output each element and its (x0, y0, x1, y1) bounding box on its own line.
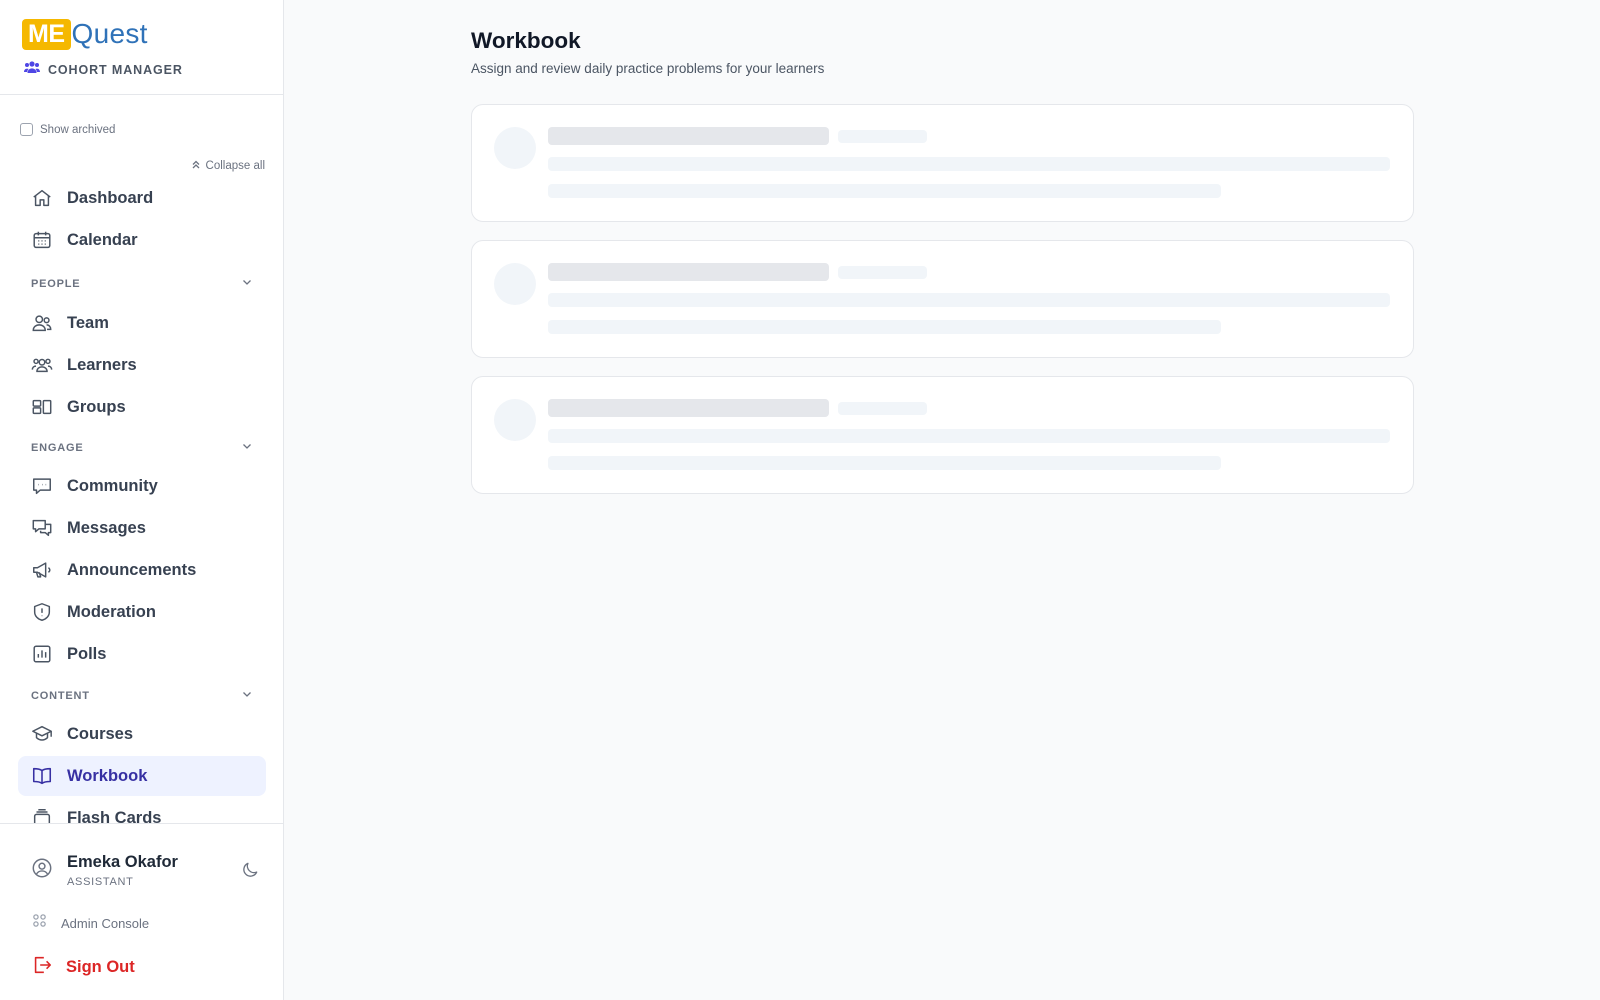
show-archived-label: Show archived (40, 123, 116, 136)
groups-icon (31, 396, 53, 418)
skeleton-avatar (494, 399, 536, 441)
loading-skeleton-card (471, 240, 1414, 358)
sidebar-footer: Emeka Okafor ASSISTANT Admin Console Sig… (0, 823, 283, 1000)
book-icon (31, 765, 53, 787)
sidebar-item-label: Learners (67, 355, 137, 374)
collapse-all-label: Collapse all (205, 160, 265, 172)
sign-out-label: Sign Out (66, 958, 135, 976)
sidebar-item-label: Community (67, 476, 158, 495)
show-archived-toggle[interactable]: Show archived (20, 123, 115, 136)
sidebar-item-learners[interactable]: Learners (18, 345, 266, 385)
skeleton-tag (838, 130, 927, 143)
admin-console-link[interactable]: Admin Console (31, 912, 149, 934)
sidebar-item-courses[interactable]: Courses (18, 714, 266, 754)
logo-quest: Quest (71, 18, 148, 49)
megaphone-icon (31, 559, 53, 581)
section-title: CONTENT (31, 690, 90, 702)
user-avatar-icon (31, 857, 53, 884)
logo-me: ME (22, 18, 71, 50)
loading-skeleton-card (471, 376, 1414, 494)
section-content[interactable]: CONTENT (31, 688, 253, 704)
learners-icon (31, 354, 53, 376)
sidebar-item-messages[interactable]: Messages (18, 508, 266, 548)
logo[interactable]: ME Quest (22, 18, 261, 50)
sign-out-button[interactable]: Sign Out (31, 954, 135, 981)
loading-skeleton-card (471, 104, 1414, 222)
admin-console-label: Admin Console (61, 915, 150, 931)
sidebar-item-announcements[interactable]: Announcements (18, 550, 266, 590)
team-icon (31, 312, 53, 334)
sidebar-item-moderation[interactable]: Moderation (18, 592, 266, 632)
sidebar: ME Quest COHORT MANAGER Show archived Co… (0, 0, 284, 1000)
shield-icon (31, 601, 53, 623)
user-name: Emeka Okafor (67, 852, 178, 871)
sidebar-item-community[interactable]: Community (18, 466, 266, 506)
sidebar-item-label: Dashboard (67, 188, 154, 207)
sidebar-item-label: Messages (67, 518, 146, 537)
show-archived-checkbox[interactable] (20, 123, 33, 136)
sidebar-item-label: Calendar (67, 230, 138, 249)
sidebar-item-label: Polls (67, 644, 107, 663)
skeleton-avatar (494, 263, 536, 305)
skeleton-tag (838, 266, 927, 279)
sidebar-nav[interactable]: Show archived Collapse all Dashboard Cal… (0, 95, 283, 823)
home-icon (31, 187, 53, 209)
chat-bubble-icon (31, 475, 53, 497)
dark-mode-toggle-icon[interactable] (240, 860, 260, 885)
sidebar-item-label: Team (67, 313, 109, 332)
skeleton-title (548, 263, 829, 281)
chevron-down-icon (241, 687, 253, 705)
section-people[interactable]: PEOPLE (31, 276, 253, 292)
skeleton-line (548, 293, 1390, 307)
skeleton-line (548, 157, 1390, 171)
sidebar-item-calendar[interactable]: Calendar (18, 220, 266, 260)
chevron-down-icon (241, 275, 253, 293)
page-subtitle: Assign and review daily practice problem… (471, 61, 825, 76)
sidebar-item-label: Announcements (67, 560, 197, 579)
brand-header: ME Quest COHORT MANAGER (0, 0, 283, 95)
chevron-down-icon (241, 439, 253, 457)
sign-out-icon (31, 954, 53, 981)
grid-icon (31, 912, 48, 934)
chevrons-up-icon (190, 157, 202, 175)
skeleton-tag (838, 402, 927, 415)
sidebar-item-polls[interactable]: Polls (18, 634, 266, 674)
cards-icon (31, 807, 53, 823)
section-title: ENGAGE (31, 442, 84, 454)
graduation-cap-icon (31, 723, 53, 745)
sidebar-item-groups[interactable]: Groups (18, 387, 266, 427)
sidebar-item-label: Courses (67, 724, 134, 743)
sidebar-item-workbook[interactable]: Workbook (18, 756, 266, 796)
bar-chart-icon (31, 643, 53, 665)
collapse-all-button[interactable]: Collapse all (190, 157, 265, 175)
sidebar-item-label: Groups (67, 397, 126, 416)
users-group-icon (24, 60, 40, 79)
skeleton-line (548, 184, 1221, 198)
skeleton-title (548, 127, 829, 145)
cohort-manager-label: COHORT MANAGER (24, 60, 261, 79)
skeleton-title (548, 399, 829, 417)
user-profile[interactable]: Emeka Okafor ASSISTANT (31, 850, 261, 890)
section-engage[interactable]: ENGAGE (31, 440, 253, 456)
sidebar-item-label: Moderation (67, 602, 156, 621)
sidebar-item-team[interactable]: Team (18, 303, 266, 343)
sidebar-item-label: Flash Cards (67, 808, 162, 824)
skeleton-line (548, 320, 1221, 334)
messages-icon (31, 517, 53, 539)
skeleton-avatar (494, 127, 536, 169)
calendar-icon (31, 229, 53, 251)
page-title: Workbook (471, 28, 581, 53)
sidebar-item-dashboard[interactable]: Dashboard (18, 178, 266, 218)
user-role: ASSISTANT (67, 875, 134, 888)
skeleton-line (548, 429, 1390, 443)
section-title: PEOPLE (31, 278, 81, 290)
sidebar-item-flash-cards[interactable]: Flash Cards (18, 798, 266, 823)
cohort-manager-text: COHORT MANAGER (48, 62, 183, 77)
skeleton-line (548, 456, 1221, 470)
sidebar-item-label: Workbook (67, 766, 148, 785)
